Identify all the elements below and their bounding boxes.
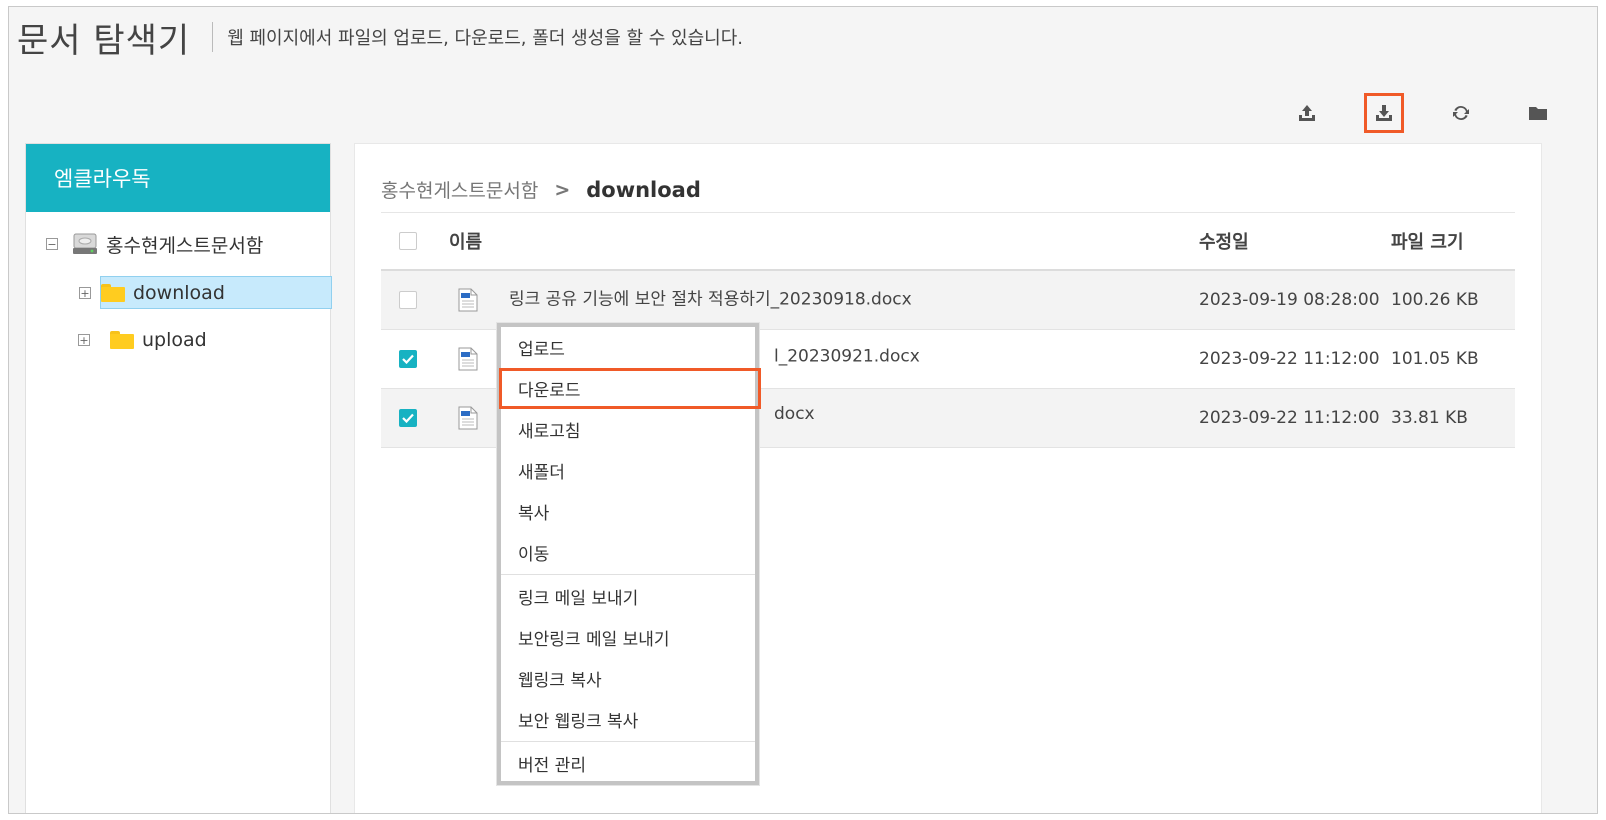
column-name[interactable]: 이름 bbox=[449, 228, 482, 254]
page-description: 웹 페이지에서 파일의 업로드, 다운로드, 폴더 생성을 할 수 있습니다. bbox=[227, 28, 743, 49]
file-modified: 2023-09-19 08:28:00 bbox=[1199, 290, 1380, 310]
check-icon bbox=[402, 413, 414, 423]
menu-divider bbox=[501, 574, 755, 575]
file-modified: 2023-09-22 11:12:00 bbox=[1199, 349, 1380, 369]
row-checkbox[interactable] bbox=[399, 409, 417, 427]
menu-item-upload[interactable]: 업로드 bbox=[501, 327, 755, 368]
word-document-icon bbox=[458, 406, 478, 430]
menu-item-send-link-mail[interactable]: 링크 메일 보내기 bbox=[501, 576, 755, 617]
tree-root[interactable]: − 홍수현게스트문서함 bbox=[46, 229, 263, 259]
word-document-icon bbox=[458, 288, 478, 312]
chevron-right-icon: > bbox=[554, 178, 571, 201]
expand-icon[interactable]: + bbox=[79, 286, 91, 299]
file-size: 33.81 KB bbox=[1391, 408, 1468, 428]
expand-icon[interactable]: + bbox=[78, 334, 90, 346]
file-name[interactable]: 링크 공유 기능에 보안 절차 적용하기_20230918.docx bbox=[509, 285, 912, 310]
upload-icon bbox=[1299, 105, 1315, 121]
file-name[interactable]: l_20230921.docx bbox=[774, 347, 920, 367]
menu-item-copy[interactable]: 복사 bbox=[501, 491, 755, 532]
menu-item-send-secure-link-mail[interactable]: 보안링크 메일 보내기 bbox=[501, 617, 755, 658]
menu-item-version-management[interactable]: 버전 관리 bbox=[501, 743, 755, 784]
menu-item-refresh[interactable]: 새로고침 bbox=[501, 409, 755, 450]
file-size: 100.26 KB bbox=[1391, 290, 1479, 310]
menu-item-copy-weblink[interactable]: 웹링크 복사 bbox=[501, 658, 755, 699]
word-document-icon bbox=[458, 347, 478, 371]
menu-item-move[interactable]: 이동 bbox=[501, 532, 755, 573]
tree-item-label: download bbox=[133, 281, 225, 304]
context-menu: 업로드 다운로드 새로고침 새폴더 복사 이동 링크 메일 보내기 보안링크 메… bbox=[497, 323, 761, 785]
header-divider bbox=[212, 22, 214, 52]
folder-icon bbox=[110, 331, 134, 349]
document-explorer-window: 문서 탐색기 웹 페이지에서 파일의 업로드, 다운로드, 폴더 생성을 할 수… bbox=[8, 6, 1598, 814]
file-size: 101.05 KB bbox=[1391, 349, 1479, 369]
hard-drive-icon bbox=[73, 233, 97, 254]
select-all-checkbox[interactable] bbox=[399, 232, 417, 250]
page-header: 문서 탐색기 웹 페이지에서 파일의 업로드, 다운로드, 폴더 생성을 할 수… bbox=[17, 15, 743, 61]
row-checkbox[interactable] bbox=[399, 350, 417, 368]
toolbar bbox=[1287, 93, 1595, 133]
refresh-button[interactable] bbox=[1441, 93, 1481, 133]
tree-item-download[interactable]: + download bbox=[79, 276, 332, 309]
breadcrumb-root[interactable]: 홍수현게스트문서함 bbox=[381, 176, 538, 203]
folder-icon bbox=[1529, 107, 1547, 120]
row-checkbox[interactable] bbox=[399, 291, 417, 309]
breadcrumb-current: download bbox=[586, 177, 701, 202]
download-button[interactable] bbox=[1364, 93, 1404, 133]
file-modified: 2023-09-22 11:12:00 bbox=[1199, 408, 1380, 428]
refresh-icon bbox=[1453, 105, 1469, 121]
folder-icon bbox=[101, 283, 125, 302]
upload-button[interactable] bbox=[1287, 93, 1327, 133]
page-title: 문서 탐색기 bbox=[17, 20, 191, 61]
menu-item-new-folder[interactable]: 새폴더 bbox=[501, 450, 755, 491]
menu-item-copy-secure-weblink[interactable]: 보안 웹링크 복사 bbox=[501, 699, 755, 740]
file-name[interactable]: docx bbox=[774, 404, 815, 424]
download-icon bbox=[1376, 105, 1392, 121]
table-header: 이름 수정일 파일 크기 bbox=[381, 212, 1515, 271]
folder-tree-panel: 엠클라우독 − 홍수현게스트문서함 + download + upload bbox=[25, 143, 332, 813]
check-icon bbox=[402, 354, 414, 364]
tree-item-label: upload bbox=[142, 329, 207, 351]
new-folder-button[interactable] bbox=[1518, 93, 1558, 133]
column-size[interactable]: 파일 크기 bbox=[1391, 228, 1464, 254]
menu-item-download[interactable]: 다운로드 bbox=[499, 368, 761, 409]
table-row[interactable]: 링크 공유 기능에 보안 절차 적용하기_20230918.docx 2023-… bbox=[381, 271, 1515, 330]
tree-root-label: 홍수현게스트문서함 bbox=[106, 234, 264, 257]
column-modified[interactable]: 수정일 bbox=[1199, 228, 1249, 254]
collapse-icon[interactable]: − bbox=[46, 238, 58, 250]
breadcrumb: 홍수현게스트문서함 > download bbox=[381, 176, 701, 203]
tree-item-upload[interactable]: + upload bbox=[78, 325, 207, 355]
tree-header: 엠클라우독 bbox=[26, 144, 330, 212]
menu-divider bbox=[501, 741, 755, 742]
